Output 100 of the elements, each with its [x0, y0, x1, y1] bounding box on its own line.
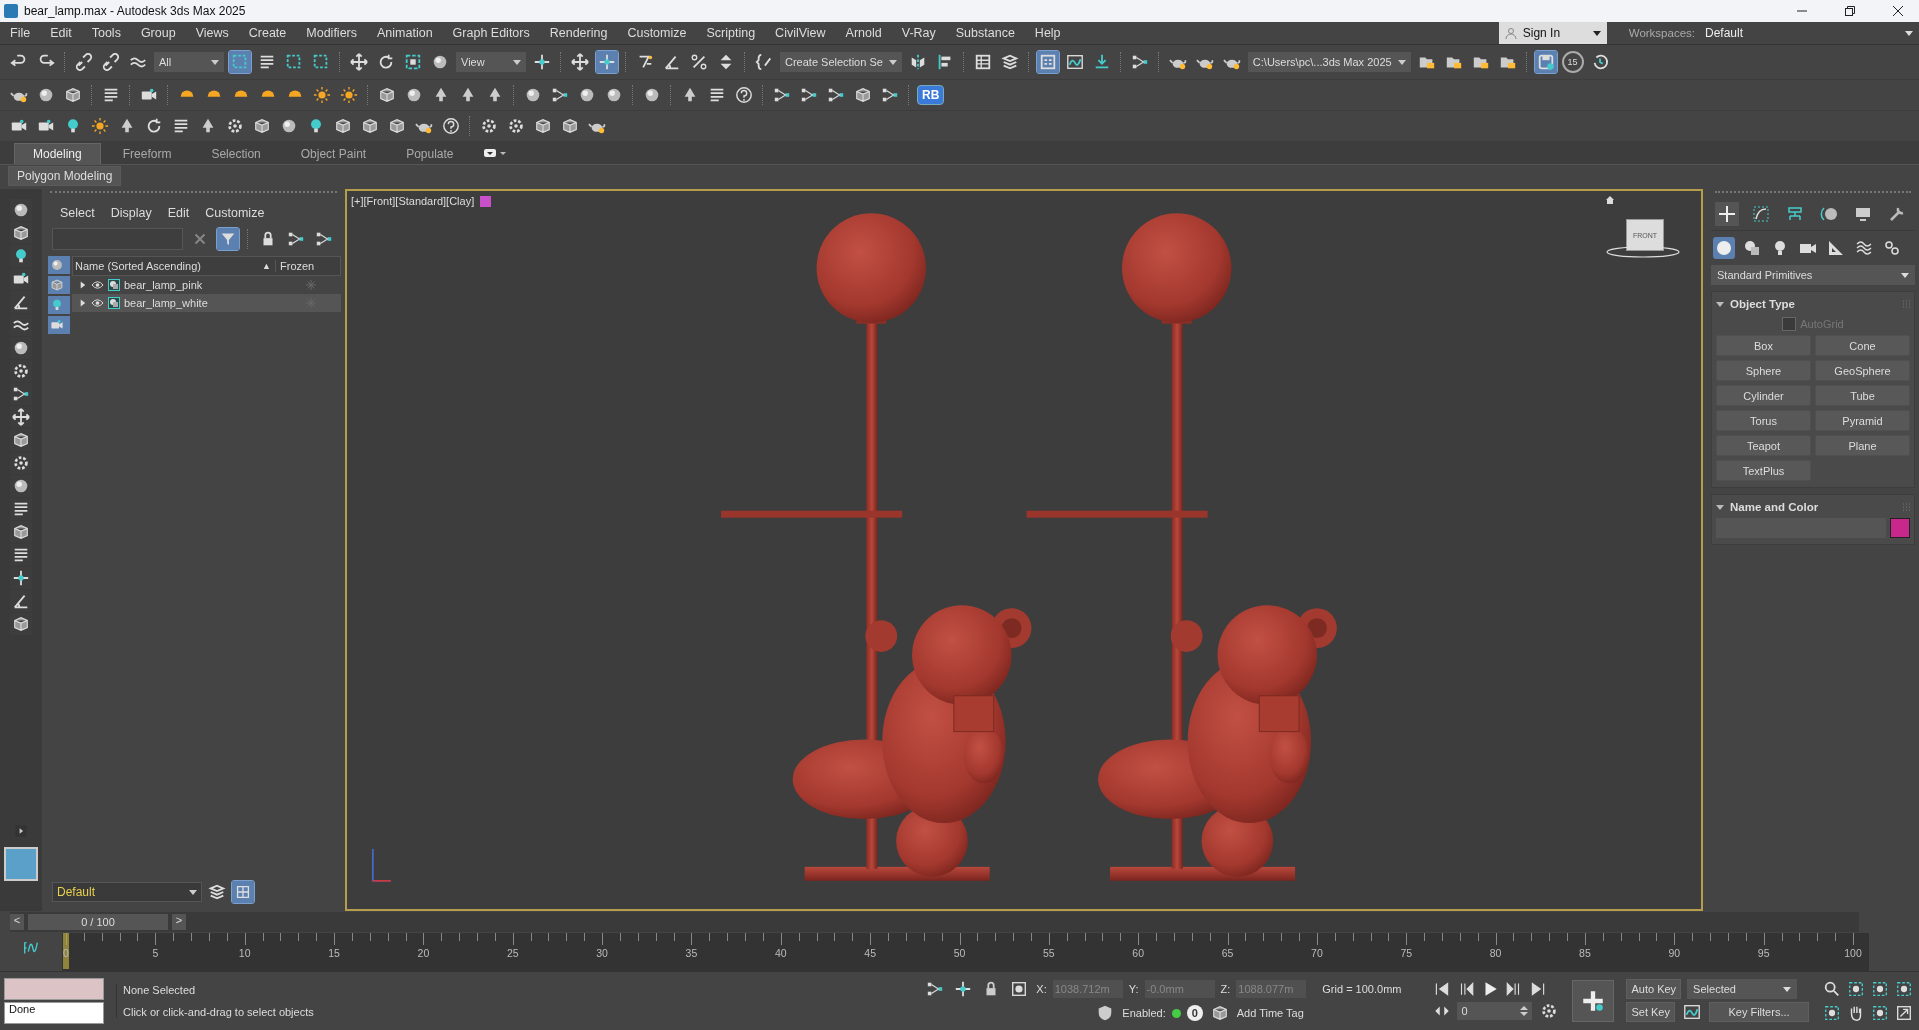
time-slider-thumb[interactable]: 0 / 100 [28, 914, 168, 930]
set-keys-button[interactable] [1572, 980, 1615, 1022]
primitive-button[interactable]: Plane [1815, 435, 1910, 456]
move-icon[interactable] [569, 51, 591, 73]
menu-item[interactable]: Substance [945, 26, 1025, 40]
timeline-ruler[interactable]: 0 5 10 15 20 25 30 35 40 45 50 55 60 65 70 75 80 85 90 95 100 [62, 933, 1869, 971]
status-dot[interactable] [1171, 1008, 1181, 1018]
primitive-button[interactable]: TextPlus [1716, 460, 1811, 481]
ribbon-tab[interactable]: Modeling [14, 143, 101, 164]
menu-item[interactable]: V-Ray [891, 26, 946, 40]
menu-item[interactable]: Customize [617, 26, 697, 40]
spinner-arrows-icon[interactable] [1520, 1006, 1529, 1016]
menu-item[interactable]: File [0, 26, 41, 40]
move-icon[interactable] [348, 51, 370, 73]
sun-icon[interactable] [311, 84, 333, 106]
save-icon[interactable] [1534, 51, 1557, 73]
menu-item[interactable]: Edit [40, 26, 82, 40]
expand-arrow-icon[interactable] [78, 280, 87, 290]
caret-icon[interactable] [1901, 272, 1909, 278]
select-arrow-icon[interactable] [596, 51, 618, 73]
rollout-title[interactable]: Object Type [1730, 298, 1795, 310]
plus-icon[interactable] [1715, 202, 1739, 226]
key-filters-button[interactable]: Key Filters... [1709, 1002, 1809, 1022]
ribbon-icon[interactable] [1036, 51, 1059, 73]
column-header[interactable]: Name (Sorted Ascending) [73, 260, 263, 272]
ribbon-tab[interactable]: Object Paint [282, 144, 385, 164]
layer-dropdown[interactable]: Default [52, 882, 202, 902]
caret-icon[interactable] [1905, 30, 1913, 36]
set-key-button[interactable]: Set Key [1626, 1002, 1675, 1022]
chain-link-icon[interactable] [73, 51, 95, 73]
previous-frame-button[interactable]: < [10, 914, 24, 930]
menu-item[interactable]: Create [238, 26, 297, 40]
help-icon[interactable] [733, 84, 755, 106]
script-output-field[interactable]: Done [4, 1002, 104, 1024]
workspaces-dropdown[interactable]: Default [1699, 23, 1919, 43]
menu-item[interactable]: CivilView [765, 26, 836, 40]
primitive-button[interactable]: Torus [1716, 410, 1811, 431]
eye-icon[interactable] [91, 298, 104, 308]
toolbar-dropdown[interactable]: View [456, 52, 526, 72]
home-icon[interactable] [1605, 195, 1615, 205]
ribbon-tab[interactable]: Selection [193, 144, 279, 164]
primitive-button[interactable]: Cone [1815, 335, 1910, 356]
viewport-label[interactable]: [+][Front][Standard][Clay] [351, 195, 475, 207]
menu-item[interactable]: Animation [367, 26, 443, 40]
scene-object-row[interactable]: bear_lamp_white [72, 294, 341, 312]
sun-icon[interactable] [89, 115, 111, 137]
listener-swatch[interactable] [4, 978, 104, 1000]
ribbon-tab[interactable]: Populate [388, 144, 472, 164]
project-folder-dropdown[interactable]: C:\Users\pc\...3ds Max 2025 [1247, 52, 1411, 72]
close-icon[interactable] [1892, 5, 1904, 17]
primitive-button[interactable]: Tube [1815, 385, 1910, 406]
toolbar-dropdown[interactable]: All [154, 52, 224, 72]
ribbon-panel-label[interactable]: Polygon Modeling [8, 166, 122, 186]
caret-icon[interactable] [1783, 986, 1792, 992]
explorer-menu-item[interactable]: Display [110, 206, 152, 220]
primitive-button[interactable]: GeoSphere [1815, 360, 1910, 381]
rollout-title[interactable]: Name and Color [1730, 501, 1819, 513]
color-swatch[interactable] [1890, 518, 1910, 538]
key-mode-dropdown[interactable]: Selected [1687, 979, 1798, 999]
autobackup-counter[interactable]: 15 [1561, 51, 1584, 73]
menu-item[interactable]: Rendering [539, 26, 618, 40]
menu-item[interactable]: Graph Editors [442, 26, 540, 40]
expand-arrow-icon[interactable] [78, 298, 87, 308]
sign-in-dropdown[interactable]: Sign In [1498, 22, 1607, 44]
time-marker[interactable] [63, 933, 69, 969]
add-time-tag-link[interactable]: Add Time Tag [1236, 1007, 1304, 1019]
explorer-menu-item[interactable]: Edit [167, 206, 190, 220]
rb-button[interactable]: RB [917, 85, 945, 105]
menu-item[interactable]: Group [130, 26, 186, 40]
menu-item[interactable]: Arnold [835, 26, 892, 40]
current-frame-field[interactable]: 0 [1457, 1002, 1533, 1020]
menu-item[interactable]: Scripting [696, 26, 766, 40]
column-header[interactable]: Frozen [275, 260, 340, 272]
primitive-button[interactable]: Teapot [1716, 435, 1811, 456]
menu-item[interactable]: Tools [81, 26, 131, 40]
primitive-button[interactable]: Box [1716, 335, 1811, 356]
menu-item[interactable]: Modifiers [296, 26, 367, 40]
sun-icon[interactable] [338, 84, 360, 106]
rollout-arrow-icon[interactable] [1716, 300, 1724, 308]
ribbon-toggle-icon[interactable] [483, 148, 508, 158]
primitive-button[interactable]: Pyramid [1815, 410, 1910, 431]
restore-icon[interactable] [1844, 5, 1856, 17]
filter-icon[interactable] [217, 228, 239, 250]
auto-key-button[interactable]: Auto Key [1626, 979, 1682, 999]
caret-icon[interactable] [1592, 30, 1601, 36]
menu-item[interactable]: Views [185, 26, 239, 40]
next-frame-button[interactable]: > [172, 914, 186, 930]
explorer-menu-item[interactable]: Customize [205, 206, 265, 220]
ribbon-tab[interactable]: Freeform [104, 144, 190, 164]
eye-icon[interactable] [91, 280, 104, 290]
caret-icon[interactable] [189, 889, 197, 895]
toolbar-dropdown[interactable]: Create Selection Se [780, 52, 902, 72]
rollout-arrow-icon[interactable] [1716, 503, 1724, 511]
help-icon[interactable] [440, 115, 462, 137]
time-slider-track[interactable]: < 0 / 100 > [10, 912, 1859, 932]
menu-item[interactable]: Help [1024, 26, 1071, 40]
category-dropdown[interactable]: Standard Primitives [1711, 265, 1915, 285]
scene-object-row[interactable]: bear_lamp_pink [72, 276, 341, 294]
primitive-button[interactable]: Cylinder [1716, 385, 1811, 406]
explorer-menu-item[interactable]: Select [60, 206, 95, 220]
